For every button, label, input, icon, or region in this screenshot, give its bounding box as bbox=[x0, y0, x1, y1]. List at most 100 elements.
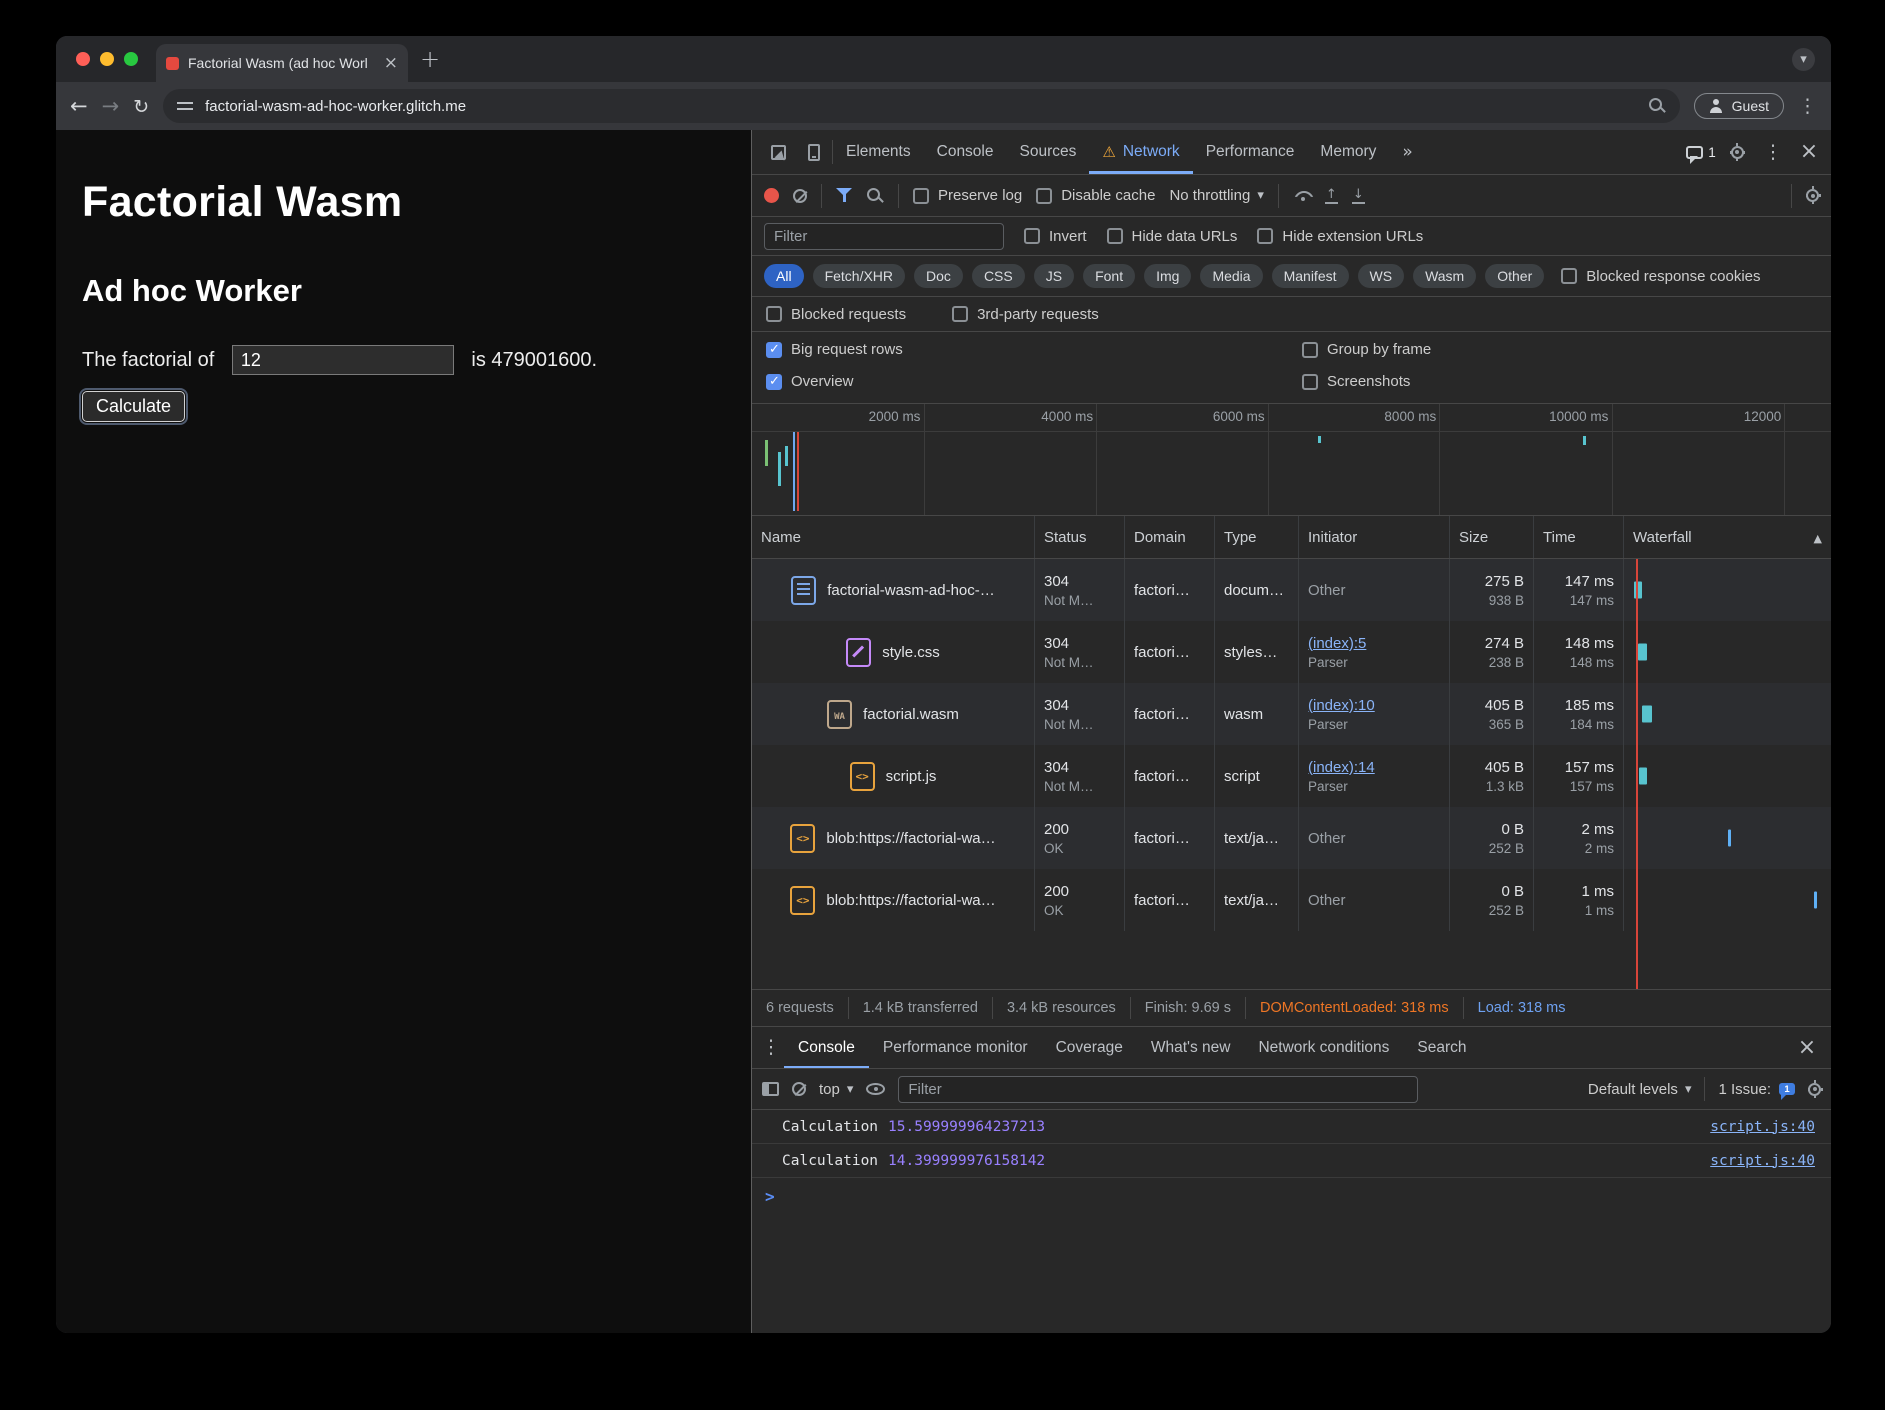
column-header-initiator[interactable]: Initiator bbox=[1299, 516, 1450, 558]
throttling-dropdown[interactable]: No throttling bbox=[1169, 187, 1263, 204]
issues-counter[interactable]: 1 Issue: 1 bbox=[1718, 1081, 1795, 1098]
tab-elements[interactable]: Elements bbox=[833, 130, 924, 174]
group-by-frame-checkbox[interactable]: Group by frame bbox=[1302, 341, 1817, 358]
devtools-close-button[interactable] bbox=[1791, 136, 1827, 168]
log-levels-dropdown[interactable]: Default levels bbox=[1588, 1081, 1692, 1098]
table-row[interactable]: blob:https://factorial-wa… 200OK factori… bbox=[752, 807, 1831, 869]
filter-chip-all[interactable]: All bbox=[764, 264, 804, 288]
column-header-type[interactable]: Type bbox=[1215, 516, 1299, 558]
initiator-link[interactable]: (index):10 bbox=[1308, 697, 1440, 714]
console-message[interactable]: Calculation 14.399999976158142 script.js… bbox=[752, 1144, 1831, 1178]
console-sidebar-icon[interactable] bbox=[762, 1082, 779, 1096]
drawer-tab-coverage[interactable]: Coverage bbox=[1042, 1027, 1137, 1068]
tab-memory[interactable]: Memory bbox=[1307, 130, 1389, 174]
table-row[interactable]: style.css 304Not M… factori… styles… (in… bbox=[752, 621, 1831, 683]
zoom-window-button[interactable] bbox=[124, 52, 138, 66]
tab-console[interactable]: Console bbox=[924, 130, 1007, 174]
reload-button[interactable] bbox=[133, 94, 149, 118]
tab-sources[interactable]: Sources bbox=[1007, 130, 1090, 174]
column-header-status[interactable]: Status bbox=[1035, 516, 1125, 558]
live-expression-icon[interactable] bbox=[866, 1083, 885, 1095]
console-filter-input[interactable] bbox=[898, 1076, 1418, 1103]
clear-network-button[interactable] bbox=[793, 189, 807, 203]
hide-extension-urls-checkbox[interactable]: Hide extension URLs bbox=[1257, 228, 1423, 245]
tab-search-button[interactable] bbox=[1792, 48, 1815, 71]
network-overview-timeline[interactable]: 2000 ms 4000 ms 6000 ms 8000 ms 10000 ms… bbox=[752, 404, 1831, 516]
network-search-icon[interactable] bbox=[866, 187, 884, 205]
export-har-button[interactable] bbox=[1352, 188, 1365, 204]
context-dropdown[interactable]: top bbox=[819, 1081, 853, 1098]
tab-close-icon[interactable] bbox=[384, 55, 398, 72]
calculate-button[interactable]: Calculate bbox=[82, 391, 185, 422]
filter-chip-other[interactable]: Other bbox=[1485, 264, 1544, 288]
inspect-element-button[interactable] bbox=[760, 136, 796, 168]
overview-checkbox[interactable]: Overview bbox=[766, 373, 1302, 390]
site-settings-icon[interactable] bbox=[177, 100, 193, 112]
more-tabs-button[interactable] bbox=[1389, 130, 1425, 174]
factorial-input[interactable] bbox=[232, 345, 454, 375]
device-toolbar-button[interactable] bbox=[796, 136, 832, 168]
big-request-rows-checkbox[interactable]: Big request rows bbox=[766, 341, 1302, 358]
drawer-menu-button[interactable] bbox=[758, 1027, 784, 1068]
screenshots-checkbox[interactable]: Screenshots bbox=[1302, 373, 1817, 390]
network-conditions-icon[interactable] bbox=[1293, 190, 1311, 202]
drawer-tab-console[interactable]: Console bbox=[784, 1027, 869, 1068]
third-party-requests-checkbox[interactable]: 3rd-party requests bbox=[952, 306, 1099, 323]
invert-checkbox[interactable]: Invert bbox=[1024, 228, 1087, 245]
clear-console-button[interactable] bbox=[792, 1082, 806, 1096]
devtools-settings-button[interactable] bbox=[1719, 136, 1755, 168]
column-header-size[interactable]: Size bbox=[1450, 516, 1534, 558]
column-header-domain[interactable]: Domain bbox=[1125, 516, 1215, 558]
record-button[interactable] bbox=[764, 188, 779, 203]
hide-data-urls-checkbox[interactable]: Hide data URLs bbox=[1107, 228, 1238, 245]
console-settings-icon[interactable] bbox=[1808, 1083, 1821, 1096]
table-row[interactable]: factorial.wasm 304Not M… factori… wasm (… bbox=[752, 683, 1831, 745]
drawer-close-button[interactable] bbox=[1789, 1032, 1825, 1064]
source-link[interactable]: script.js:40 bbox=[1710, 1119, 1815, 1135]
filter-chip-font[interactable]: Font bbox=[1083, 264, 1135, 288]
issues-button[interactable]: 1 bbox=[1683, 136, 1719, 168]
table-row[interactable]: factorial-wasm-ad-hoc-… 304Not M… factor… bbox=[752, 559, 1831, 621]
filter-chip-img[interactable]: Img bbox=[1144, 264, 1191, 288]
filter-chip-manifest[interactable]: Manifest bbox=[1272, 264, 1349, 288]
filter-chip-doc[interactable]: Doc bbox=[914, 264, 963, 288]
filter-chip-fetchxhr[interactable]: Fetch/XHR bbox=[813, 264, 905, 288]
browser-menu-button[interactable] bbox=[1798, 97, 1817, 116]
filter-chip-js[interactable]: JS bbox=[1034, 264, 1074, 288]
filter-chip-wasm[interactable]: Wasm bbox=[1413, 264, 1476, 288]
disable-cache-checkbox[interactable]: Disable cache bbox=[1036, 187, 1155, 204]
blocked-requests-checkbox[interactable]: Blocked requests bbox=[766, 306, 906, 323]
new-tab-button[interactable] bbox=[420, 47, 440, 71]
devtools-menu-button[interactable] bbox=[1755, 136, 1791, 168]
source-link[interactable]: script.js:40 bbox=[1710, 1153, 1815, 1169]
tab-performance[interactable]: Performance bbox=[1193, 130, 1308, 174]
tab-network[interactable]: Network bbox=[1089, 130, 1192, 174]
close-window-button[interactable] bbox=[76, 52, 90, 66]
initiator-link[interactable]: (index):14 bbox=[1308, 759, 1440, 776]
blocked-response-cookies-checkbox[interactable]: Blocked response cookies bbox=[1561, 268, 1760, 285]
column-header-waterfall[interactable]: Waterfall bbox=[1624, 516, 1831, 558]
forward-button[interactable] bbox=[102, 94, 120, 118]
filter-chip-css[interactable]: CSS bbox=[972, 264, 1025, 288]
filter-chip-media[interactable]: Media bbox=[1200, 264, 1262, 288]
column-header-name[interactable]: Name bbox=[752, 516, 1035, 558]
drawer-tab-performance-monitor[interactable]: Performance monitor bbox=[869, 1027, 1042, 1068]
filter-toggle-icon[interactable] bbox=[836, 188, 852, 203]
drawer-tab-network-conditions[interactable]: Network conditions bbox=[1244, 1027, 1403, 1068]
column-header-time[interactable]: Time bbox=[1534, 516, 1624, 558]
network-filter-input[interactable] bbox=[764, 223, 1004, 250]
drawer-tab-whats-new[interactable]: What's new bbox=[1137, 1027, 1245, 1068]
zoom-icon[interactable] bbox=[1648, 97, 1666, 115]
table-row[interactable]: script.js 304Not M… factori… script (ind… bbox=[752, 745, 1831, 807]
minimize-window-button[interactable] bbox=[100, 52, 114, 66]
address-bar[interactable]: factorial-wasm-ad-hoc-worker.glitch.me bbox=[163, 89, 1680, 123]
preserve-log-checkbox[interactable]: Preserve log bbox=[913, 187, 1022, 204]
import-har-button[interactable] bbox=[1325, 188, 1338, 204]
drawer-tab-search[interactable]: Search bbox=[1403, 1027, 1480, 1068]
console-message[interactable]: Calculation 15.599999964237213 script.js… bbox=[752, 1110, 1831, 1144]
filter-chip-ws[interactable]: WS bbox=[1358, 264, 1405, 288]
table-row[interactable]: blob:https://factorial-wa… 200OK factori… bbox=[752, 869, 1831, 931]
console-prompt[interactable] bbox=[752, 1178, 1831, 1215]
browser-tab[interactable]: Factorial Wasm (ad hoc Worl bbox=[156, 44, 408, 82]
back-button[interactable] bbox=[70, 94, 88, 118]
